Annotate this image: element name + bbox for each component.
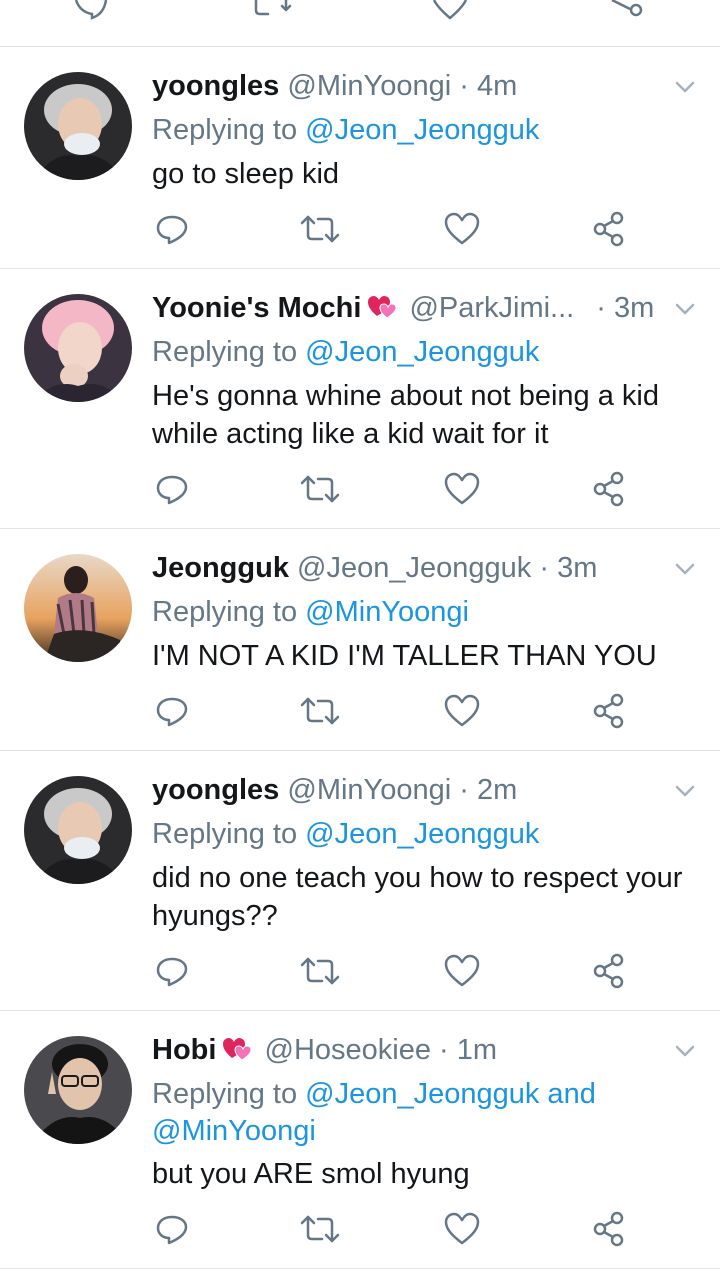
handle[interactable]: @MinYoongi [287, 70, 451, 102]
mention-link[interactable]: @MinYoongi [152, 1115, 316, 1147]
tweet-divider [0, 528, 720, 529]
retweet-icon[interactable] [298, 951, 342, 991]
share-icon[interactable] [590, 469, 630, 509]
retweet-icon[interactable] [298, 209, 342, 249]
reply-icon[interactable] [152, 209, 192, 249]
replying-to: Replying to @Jeon_Jeongguk and @MinYoong… [152, 1076, 596, 1150]
replying-prefix: Replying to [152, 114, 298, 146]
tweet-header: Hobi @Hoseokiee · 1m [152, 1028, 696, 1072]
heart-emoji-icon [367, 289, 397, 333]
tweet-header: yoongles @MinYoongi · 2m [152, 768, 696, 812]
display-name[interactable]: Jeongguk [152, 552, 289, 584]
chevron-down-icon[interactable] [672, 74, 698, 100]
timestamp[interactable]: 1m [457, 1034, 497, 1066]
avatar[interactable] [24, 554, 132, 662]
mention-link[interactable]: @Jeon_Jeongguk [305, 114, 539, 146]
share-icon[interactable] [590, 209, 630, 249]
replying-prefix: Replying to [152, 596, 298, 628]
chevron-down-icon[interactable] [672, 296, 698, 322]
tweet-header: Jeongguk @Jeon_Jeongguk · 3m [152, 546, 696, 590]
tweet-actions [0, 691, 720, 731]
reply-icon[interactable] [74, 0, 108, 20]
mention-link[interactable]: @Jeon_Jeongguk [305, 818, 539, 850]
chevron-down-icon[interactable] [672, 1038, 698, 1064]
share-icon[interactable] [611, 0, 643, 17]
retweet-icon[interactable] [254, 0, 292, 16]
avatar[interactable] [24, 294, 132, 402]
mention-link[interactable]: @Jeon_Jeongguk [305, 336, 539, 368]
share-icon[interactable] [590, 1209, 630, 1249]
tweet-text: I'M NOT A KID I'M TALLER THAN YOU [152, 640, 657, 672]
timestamp[interactable]: 4m [477, 70, 517, 102]
tweet-divider [0, 750, 720, 751]
handle[interactable]: @ParkJimi... [409, 292, 574, 324]
avatar[interactable] [24, 776, 132, 884]
tweet-divider [0, 46, 720, 47]
replying-prefix: Replying to [152, 818, 298, 850]
tweet-text: He's gonna whine about not being a kid w… [152, 380, 659, 450]
chevron-down-icon[interactable] [672, 778, 698, 804]
tweet-text: but you ARE smol hyung [152, 1158, 470, 1190]
handle[interactable]: @Jeon_Jeongguk [297, 552, 531, 584]
handle[interactable]: @Hoseokiee [265, 1034, 431, 1066]
display-name[interactable]: Yoonie's Mochi [152, 292, 361, 324]
display-name[interactable]: yoongles [152, 70, 279, 102]
display-name[interactable]: yoongles [152, 774, 279, 806]
replying-prefix: Replying to [152, 1078, 298, 1110]
replying-to: Replying to @MinYoongi [152, 594, 469, 631]
tweet-actions [0, 1209, 720, 1249]
like-icon[interactable] [432, 0, 468, 20]
replying-to: Replying to @Jeon_Jeongguk [152, 816, 539, 853]
display-name[interactable]: Hobi [152, 1034, 216, 1066]
reply-icon[interactable] [152, 469, 192, 509]
tweet-text: did no one teach you how to respect your… [152, 862, 683, 932]
separator: · [459, 70, 469, 102]
retweet-icon[interactable] [298, 1209, 342, 1249]
chevron-down-icon[interactable] [672, 556, 698, 582]
avatar[interactable] [24, 72, 132, 180]
tweet-header: yoongles @MinYoongi · 4m [152, 64, 696, 108]
handle[interactable]: @MinYoongi [287, 774, 451, 806]
previous-tweet-actions [0, 0, 720, 46]
tweet-divider [0, 268, 720, 269]
timestamp[interactable]: 2m [477, 774, 517, 806]
tweet-text: go to sleep kid [152, 158, 340, 190]
heart-emoji-icon [222, 1031, 252, 1075]
mention-link[interactable]: @Jeon_Jeongguk and [305, 1078, 596, 1110]
share-icon[interactable] [590, 691, 630, 731]
tweet-divider [0, 1268, 720, 1269]
replying-to: Replying to @Jeon_Jeongguk [152, 334, 539, 371]
like-icon[interactable] [442, 209, 482, 249]
separator: · [539, 552, 549, 584]
reply-icon[interactable] [152, 691, 192, 731]
reply-icon[interactable] [152, 951, 192, 991]
reply-icon[interactable] [152, 1209, 192, 1249]
separator: · [439, 1034, 449, 1066]
replying-prefix: Replying to [152, 336, 298, 368]
share-icon[interactable] [590, 951, 630, 991]
tweet-actions [0, 209, 720, 249]
retweet-icon[interactable] [298, 469, 342, 509]
mention-link[interactable]: @MinYoongi [305, 596, 469, 628]
retweet-icon[interactable] [298, 691, 342, 731]
tweet-actions [0, 951, 720, 991]
like-icon[interactable] [442, 1209, 482, 1249]
timestamp[interactable]: 3m [557, 552, 597, 584]
like-icon[interactable] [442, 691, 482, 731]
like-icon[interactable] [442, 469, 482, 509]
like-icon[interactable] [442, 951, 482, 991]
tweet-actions [0, 469, 720, 509]
separator: · [459, 774, 469, 806]
tweet-divider [0, 1010, 720, 1011]
replying-to: Replying to @Jeon_Jeongguk [152, 112, 539, 149]
timestamp[interactable]: 3m [614, 292, 654, 324]
separator: · [596, 292, 606, 324]
avatar[interactable] [24, 1036, 132, 1144]
tweet-header: Yoonie's Mochi @ParkJimi... · 3m [152, 286, 696, 330]
